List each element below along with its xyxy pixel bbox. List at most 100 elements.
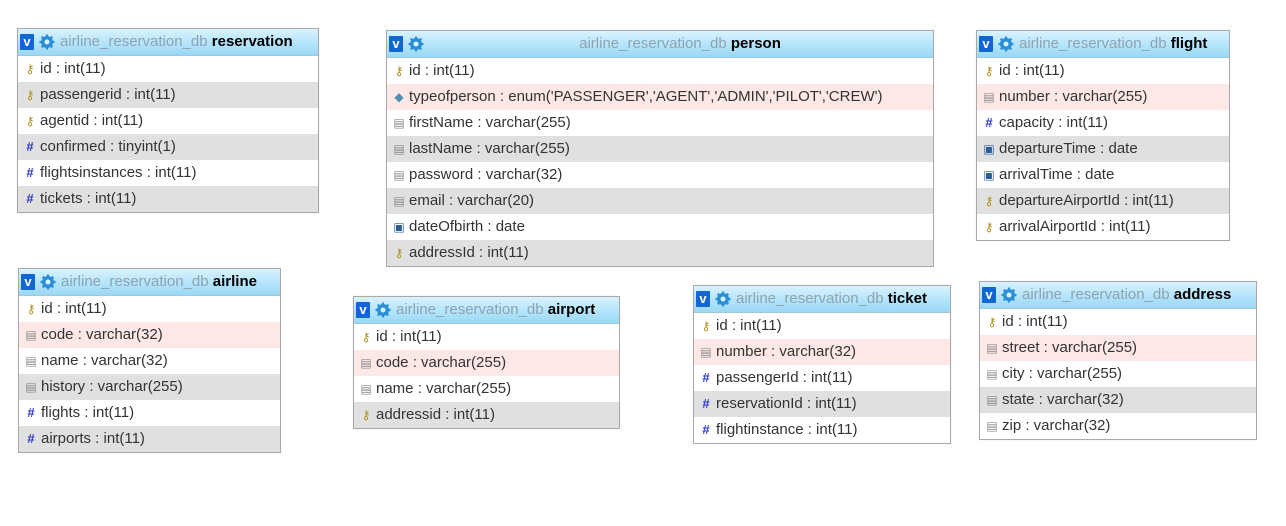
numeric-icon: # [26, 165, 34, 180]
column-row[interactable]: ▤ email : varchar(20) [387, 188, 933, 214]
gear-icon[interactable] [39, 34, 55, 50]
column-row[interactable]: ⚷ id : int(11) [980, 309, 1256, 335]
table-address[interactable]: v airline_reservation_db address ⚷ id : i… [979, 281, 1257, 440]
text-icon: ▤ [986, 393, 998, 407]
text-icon: ▤ [700, 345, 712, 359]
table-name: person [730, 35, 781, 52]
column-label: reservationId : int(11) [716, 395, 857, 412]
column-row[interactable]: ▤ code : varchar(255) [354, 350, 619, 376]
column-row[interactable]: ▣ departureTime : date [977, 136, 1229, 162]
column-label: flightinstance : int(11) [716, 421, 858, 438]
column-row[interactable]: # airports : int(11) [19, 426, 280, 452]
date-icon: ▣ [983, 168, 995, 182]
column-label: confirmed : tinyint(1) [40, 138, 176, 155]
column-label: addressid : int(11) [376, 406, 495, 423]
table-header[interactable]: v airline_reservation_db airport [354, 297, 619, 324]
text-icon: ▤ [360, 382, 372, 396]
key-icon: ⚷ [984, 64, 994, 78]
key-icon: ⚷ [25, 62, 35, 76]
gear-icon[interactable] [40, 274, 56, 290]
numeric-icon: # [702, 422, 710, 437]
column-row[interactable]: ⚷ passengerid : int(11) [18, 82, 318, 108]
column-label: password : varchar(32) [409, 166, 563, 183]
column-label: arrivalAirportId : int(11) [999, 218, 1151, 235]
column-row[interactable]: ▤ city : varchar(255) [980, 361, 1256, 387]
table-name: ticket [887, 290, 927, 307]
column-row[interactable]: ⚷ id : int(11) [977, 58, 1229, 84]
column-row[interactable]: # flights : int(11) [19, 400, 280, 426]
column-row[interactable]: ▣ arrivalTime : date [977, 162, 1229, 188]
column-row[interactable]: ▤ state : varchar(32) [980, 387, 1256, 413]
column-row[interactable]: ▤ name : varchar(32) [19, 348, 280, 374]
column-label: code : varchar(255) [376, 354, 507, 371]
toggle-v-icon[interactable]: v [356, 302, 370, 318]
column-label: passengerId : int(11) [716, 369, 853, 386]
column-row[interactable]: ▤ zip : varchar(32) [980, 413, 1256, 439]
column-row[interactable]: # capacity : int(11) [977, 110, 1229, 136]
column-row[interactable]: # tickets : int(11) [18, 186, 318, 212]
toggle-v-icon[interactable]: v [21, 274, 35, 290]
column-label: number : varchar(32) [716, 343, 857, 360]
table-header[interactable]: v airline_reservation_db person [387, 31, 933, 58]
gear-icon[interactable] [998, 36, 1014, 52]
column-row[interactable]: # reservationId : int(11) [694, 391, 950, 417]
column-row[interactable]: # passengerId : int(11) [694, 365, 950, 391]
column-row[interactable]: ▤ firstName : varchar(255) [387, 110, 933, 136]
column-row[interactable]: ▤ number : varchar(32) [694, 339, 950, 365]
column-label: id : int(11) [40, 60, 106, 77]
toggle-v-icon[interactable]: v [389, 36, 403, 52]
column-row[interactable]: ⚷ agentid : int(11) [18, 108, 318, 134]
table-header[interactable]: v airline_reservation_db ticket [694, 286, 950, 313]
numeric-icon: # [27, 431, 35, 446]
column-label: dateOfbirth : date [409, 218, 525, 235]
column-row[interactable]: ⚷ id : int(11) [354, 324, 619, 350]
table-header[interactable]: v airline_reservation_db address [980, 282, 1256, 309]
key-icon: ⚷ [361, 330, 371, 344]
column-row[interactable]: ⚷ addressid : int(11) [354, 402, 619, 428]
column-row[interactable]: ⚷ departureAirportId : int(11) [977, 188, 1229, 214]
column-row[interactable]: ◆ typeofperson : enum('PASSENGER','AGENT'… [387, 84, 933, 110]
text-icon: ▤ [360, 356, 372, 370]
column-row[interactable]: ⚷ addressId : int(11) [387, 240, 933, 266]
table-header[interactable]: v airline_reservation_db airline [19, 269, 280, 296]
key-icon: ⚷ [701, 319, 711, 333]
column-row[interactable]: # flightinstance : int(11) [694, 417, 950, 443]
table-airline[interactable]: v airline_reservation_db airline ⚷ id : i… [18, 268, 281, 453]
column-row[interactable]: ⚷ id : int(11) [19, 296, 280, 322]
column-row[interactable]: ▤ lastName : varchar(255) [387, 136, 933, 162]
table-ticket[interactable]: v airline_reservation_db ticket ⚷ id : in… [693, 285, 951, 444]
toggle-v-icon[interactable]: v [696, 291, 710, 307]
toggle-v-icon[interactable]: v [979, 36, 993, 52]
column-label: id : int(11) [999, 62, 1065, 79]
column-row[interactable]: ▤ password : varchar(32) [387, 162, 933, 188]
column-row[interactable]: ▤ history : varchar(255) [19, 374, 280, 400]
gear-icon[interactable] [715, 291, 731, 307]
column-row[interactable]: ⚷ arrivalAirportId : int(11) [977, 214, 1229, 240]
gear-icon[interactable] [375, 302, 391, 318]
text-icon: ▤ [986, 367, 998, 381]
table-header[interactable]: v airline_reservation_db reservation [18, 29, 318, 56]
column-label: departureTime : date [999, 140, 1138, 157]
column-row[interactable]: ▤ code : varchar(32) [19, 322, 280, 348]
column-row[interactable]: # flightsinstances : int(11) [18, 160, 318, 186]
column-row[interactable]: # confirmed : tinyint(1) [18, 134, 318, 160]
column-label: id : int(11) [716, 317, 782, 334]
column-row[interactable]: ▣ dateOfbirth : date [387, 214, 933, 240]
table-reservation[interactable]: v airline_reservation_db reservation ⚷ id… [17, 28, 319, 213]
table-person[interactable]: v airline_reservation_db person ⚷ id : in… [386, 30, 934, 267]
table-header[interactable]: v airline_reservation_db flight [977, 31, 1229, 58]
column-label: id : int(11) [409, 62, 475, 79]
column-row[interactable]: ▤ number : varchar(255) [977, 84, 1229, 110]
toggle-v-icon[interactable]: v [982, 287, 996, 303]
table-airport[interactable]: v airline_reservation_db airport ⚷ id : i… [353, 296, 620, 429]
column-row[interactable]: ▤ name : varchar(255) [354, 376, 619, 402]
table-flight[interactable]: v airline_reservation_db flight ⚷ id : in… [976, 30, 1230, 241]
gear-icon[interactable] [408, 36, 424, 52]
column-row[interactable]: ⚷ id : int(11) [694, 313, 950, 339]
gear-icon[interactable] [1001, 287, 1017, 303]
toggle-v-icon[interactable]: v [20, 34, 34, 50]
column-row[interactable]: ⚷ id : int(11) [387, 58, 933, 84]
column-row[interactable]: ⚷ id : int(11) [18, 56, 318, 82]
column-label: firstName : varchar(255) [409, 114, 571, 131]
column-row[interactable]: ▤ street : varchar(255) [980, 335, 1256, 361]
